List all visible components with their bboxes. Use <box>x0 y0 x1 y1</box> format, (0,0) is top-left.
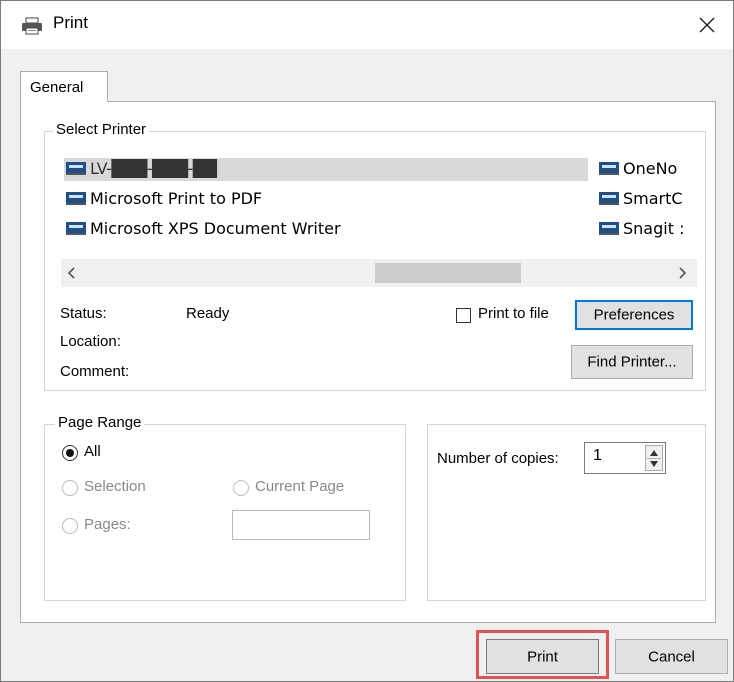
printer-name: SmartC <box>623 189 683 208</box>
close-icon[interactable] <box>695 13 719 37</box>
spin-divider <box>647 458 661 459</box>
printer-item-microsoft-xps[interactable]: Microsoft XPS Document Writer <box>64 219 341 243</box>
printer-item-onenote[interactable]: OneNo <box>597 159 677 183</box>
pages-input[interactable] <box>232 510 370 540</box>
printer-item-snagit[interactable]: Snagit : <box>597 219 684 243</box>
printer-name: Snagit : <box>623 219 685 238</box>
copies-spin-buttons[interactable] <box>645 445 663 471</box>
printer-item-lv[interactable]: LV-███-███-██ <box>64 159 217 183</box>
tab-general-label: General <box>30 79 84 96</box>
copies-label: Number of copies: <box>437 450 559 467</box>
printer-icon <box>599 162 619 175</box>
chevron-down-icon[interactable] <box>650 461 658 467</box>
preferences-button-label: Preferences <box>593 306 675 324</box>
radio-all-label[interactable]: All <box>84 443 101 460</box>
tab-general[interactable]: General <box>20 71 108 102</box>
select-printer-label: Select Printer <box>53 121 150 138</box>
copies-stepper[interactable]: 1 <box>584 442 666 474</box>
print-to-file-checkbox[interactable] <box>456 308 471 323</box>
printer-list-scrollbar[interactable] <box>61 259 697 287</box>
comment-label: Comment: <box>60 363 130 380</box>
radio-pages[interactable] <box>62 518 78 534</box>
preferences-button[interactable]: Preferences <box>575 300 693 330</box>
title-bar: Print <box>1 1 733 49</box>
printer-icon <box>66 192 86 205</box>
chevron-left-icon[interactable] <box>67 267 77 279</box>
find-printer-button[interactable]: Find Printer... <box>571 345 693 379</box>
print-button-highlight <box>476 630 609 679</box>
radio-all[interactable] <box>62 445 78 461</box>
printer-name: Microsoft Print to PDF <box>90 189 263 208</box>
printer-icon <box>66 162 86 175</box>
location-label: Location: <box>60 333 121 350</box>
printer-name: Microsoft XPS Document Writer <box>90 219 341 238</box>
cancel-button[interactable]: Cancel <box>615 639 728 674</box>
page-range-label: Page Range <box>55 414 145 431</box>
printer-icon <box>22 17 42 35</box>
radio-current-page-label[interactable]: Current Page <box>255 478 344 495</box>
cancel-button-label: Cancel <box>648 648 695 665</box>
printer-icon <box>599 192 619 205</box>
radio-selected-dot <box>66 449 74 457</box>
radio-current-page[interactable] <box>233 480 249 496</box>
printer-name: OneNo <box>623 159 678 178</box>
printer-list-right-column: OneNo SmartC Snagit : <box>597 151 697 251</box>
chevron-right-icon[interactable] <box>677 267 687 279</box>
status-label: Status: <box>60 305 107 322</box>
radio-selection[interactable] <box>62 480 78 496</box>
printer-icon <box>66 222 86 235</box>
status-value: Ready <box>186 305 230 322</box>
dialog-title: Print <box>53 13 88 32</box>
radio-pages-label[interactable]: Pages: <box>84 516 131 533</box>
copies-value: 1 <box>593 447 602 464</box>
printer-item-microsoft-pdf[interactable]: Microsoft Print to PDF <box>64 189 262 213</box>
chevron-up-icon[interactable] <box>650 450 658 456</box>
print-dialog: Print General Select Printer LV-███-███-… <box>0 0 734 682</box>
printer-name: LV-███-███-██ <box>90 159 217 178</box>
radio-selection-label[interactable]: Selection <box>84 478 146 495</box>
print-to-file-label[interactable]: Print to file <box>478 305 549 322</box>
printer-item-smartc[interactable]: SmartC <box>597 189 683 213</box>
find-printer-button-label: Find Printer... <box>587 353 677 371</box>
printer-icon <box>599 222 619 235</box>
scrollbar-thumb[interactable] <box>375 263 521 283</box>
